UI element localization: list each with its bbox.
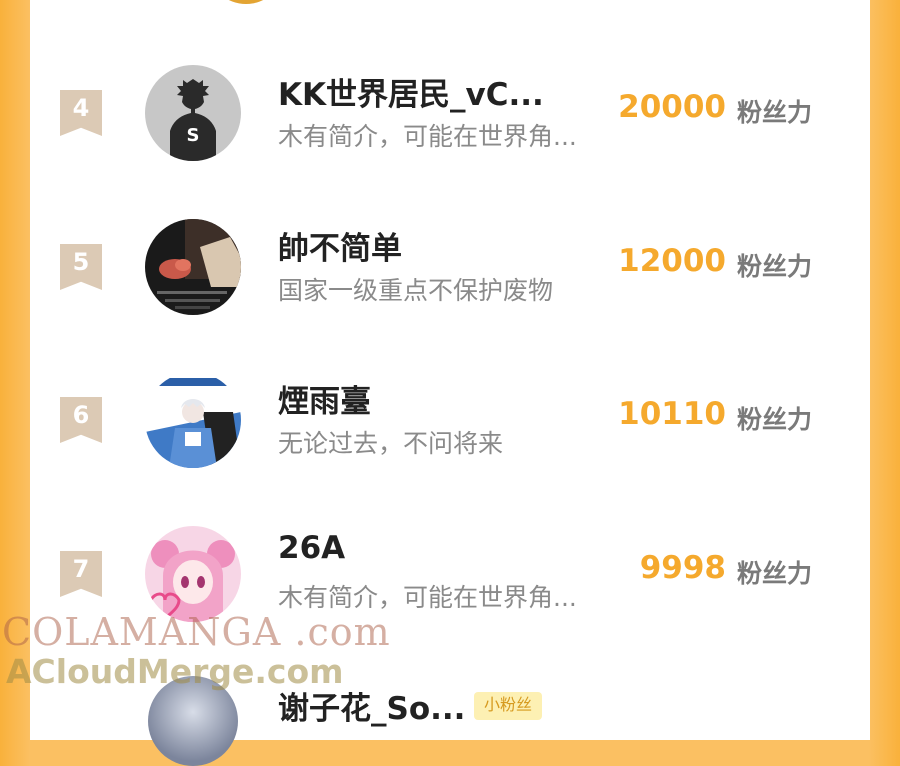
fan-score: 9998 [639,550,726,586]
leaderboard-row-6[interactable]: 6 煙雨臺 无论过去，不问将来 10110 粉丝力 [0,370,900,470]
avatar[interactable] [145,372,241,468]
user-name[interactable]: KK世界居民_vC... [278,69,544,114]
watermark-acloudmerge: ACloudMerge.com [6,652,344,691]
user-bio: 木有简介，可能在世界角... [278,583,577,612]
fan-score: 20000 [618,89,726,125]
leaderboard-row-7[interactable]: 7 26A 木有简介，可能在世界角... 9998 粉丝力 [0,524,900,624]
rank-badge: 7 [60,551,102,597]
rank-badge: 5 [60,244,102,290]
avatar[interactable] [145,526,241,622]
hand-photo-avatar-icon [145,219,241,315]
user-bio: 无论过去，不问将来 [278,429,504,458]
rank-3-avatar-partial[interactable] [210,0,282,4]
fan-power-label: 粉丝力 [737,405,813,434]
fan-level-badge: 小粉丝 [474,692,543,720]
avatar[interactable]: S [145,65,241,161]
anime-boy-avatar-icon [145,372,241,468]
user-name[interactable]: 26A [278,530,345,566]
fan-power-label: 粉丝力 [737,252,813,281]
leaderboard-row-5[interactable]: 5 帥不简单 国家一级重点不保护废物 12000 粉丝力 [0,217,900,317]
watermark-colamanga: COLAMANGA .com [2,610,391,654]
fan-power-label: 粉丝力 [737,98,813,127]
user-name[interactable]: 煙雨臺 [278,376,371,421]
user-bio: 木有简介，可能在世界角... [278,122,577,151]
user-name[interactable]: 帥不简单 [278,223,402,268]
rank-badge: 6 [60,397,102,443]
fan-score: 10110 [618,396,726,432]
avatar[interactable] [145,219,241,315]
fan-power-label: 粉丝力 [737,559,813,588]
silhouette-s-avatar-icon: S [145,65,241,161]
fan-score: 12000 [618,243,726,279]
user-bio: 国家一级重点不保护废物 [278,276,554,305]
leaderboard-row-4[interactable]: 4 S KK世界居民_vC... 木有简介，可能在世界角... 20000 粉丝… [0,63,900,163]
rank-badge: 4 [60,90,102,136]
anime-girl-avatar-icon [145,526,241,622]
svg-text:S: S [187,125,200,146]
